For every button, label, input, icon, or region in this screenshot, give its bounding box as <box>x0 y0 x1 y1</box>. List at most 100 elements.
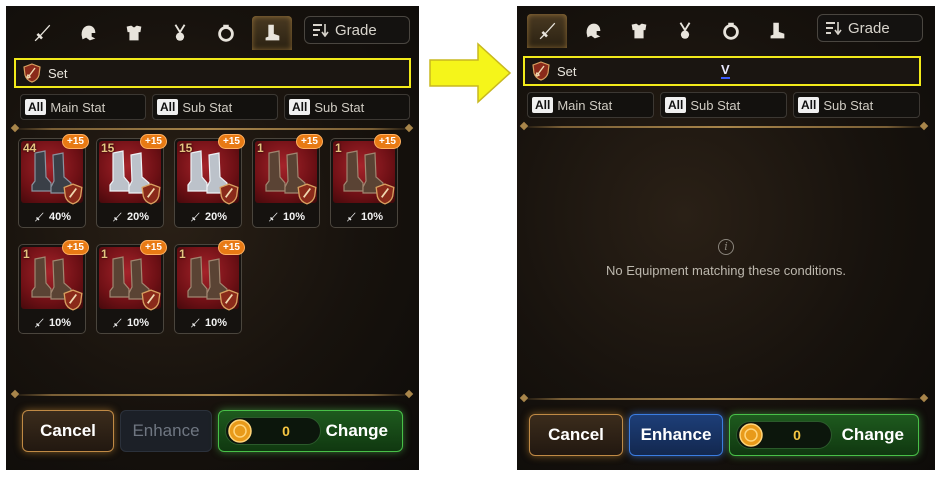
equipment-item[interactable]: 15 +15 20% <box>96 134 167 228</box>
item-main-stat: 40% <box>19 211 85 223</box>
coin-cost-box: 0 <box>225 417 321 445</box>
item-stat-value: 40% <box>48 211 72 223</box>
stat-filter-row: All Main Stat All Sub Stat All Sub Stat <box>20 94 410 120</box>
item-level: 1 <box>23 247 30 261</box>
item-main-stat: 10% <box>253 211 319 223</box>
change-button[interactable]: 0 Change <box>729 414 919 456</box>
set-shield-icon <box>23 63 41 83</box>
main-stat-filter[interactable]: All Main Stat <box>527 92 654 118</box>
enhance-level-badge: +15 <box>62 134 89 149</box>
item-stat-value: 10% <box>360 211 384 223</box>
sub-stat-filter-2[interactable]: All Sub Stat <box>793 92 920 118</box>
all-tag: All <box>665 97 687 113</box>
tab-weapon[interactable] <box>22 16 62 50</box>
item-stat-value: 10% <box>126 317 150 329</box>
top-divider <box>12 128 412 130</box>
item-stat-value: 10% <box>204 317 228 329</box>
enhance-level-badge: +15 <box>374 134 401 149</box>
enhance-level-badge: +15 <box>218 240 245 255</box>
coin-value: 0 <box>282 423 290 439</box>
item-level: 44 <box>23 141 37 155</box>
tab-helmet[interactable] <box>573 14 613 48</box>
change-button[interactable]: 0 Change <box>218 410 403 452</box>
sub-stat-label: Sub Stat <box>314 99 365 115</box>
main-stat-label: Main Stat <box>50 99 106 115</box>
tab-armor[interactable] <box>619 14 659 48</box>
sword-icon <box>346 212 356 222</box>
equipment-item[interactable]: 15 +15 20% <box>174 134 245 228</box>
item-level: 1 <box>257 141 264 155</box>
sub-stat-filter-1[interactable]: All Sub Stat <box>660 92 787 118</box>
enhance-level-badge: +15 <box>296 134 323 149</box>
grade-sort-button[interactable]: Grade <box>304 16 410 44</box>
sub-stat-filter-1[interactable]: All Sub Stat <box>152 94 278 120</box>
sort-icon <box>826 22 842 35</box>
item-main-stat: 10% <box>175 317 241 329</box>
set-shield-icon <box>297 183 317 205</box>
tab-boots[interactable] <box>757 14 797 48</box>
grade-label: Grade <box>335 21 377 39</box>
item-main-stat: 10% <box>19 317 85 329</box>
item-stat-value: 20% <box>126 211 150 223</box>
sort-icon <box>313 24 329 37</box>
sword-icon <box>539 22 556 40</box>
equipment-grid: 44 +15 40% 15 +15 20% 15 +15 20% 1 +15 10% 1 +15 10% 1 +… <box>18 134 401 334</box>
sub-stat-label: Sub Stat <box>690 97 741 113</box>
all-tag: All <box>532 97 554 113</box>
cancel-button[interactable]: Cancel <box>22 410 114 452</box>
tab-necklace[interactable] <box>160 16 200 50</box>
coin-cost-box: 0 <box>736 421 832 449</box>
equipment-item[interactable]: 1 +15 10% <box>252 134 323 228</box>
equipment-item[interactable]: 1 +15 10% <box>18 240 89 334</box>
tab-ring[interactable] <box>711 14 751 48</box>
cancel-button[interactable]: Cancel <box>529 414 623 456</box>
set-shield-icon <box>219 289 239 311</box>
equipment-item[interactable]: 1 +15 10% <box>330 134 401 228</box>
tab-ring[interactable] <box>206 16 246 50</box>
all-tag: All <box>289 99 311 115</box>
set-shield-icon <box>532 61 550 81</box>
coin-value: 0 <box>793 427 801 443</box>
armor-icon <box>126 25 142 41</box>
item-stat-value: 10% <box>48 317 72 329</box>
bottom-divider <box>12 394 412 396</box>
item-main-stat: 10% <box>331 211 397 223</box>
item-level: 15 <box>101 141 115 155</box>
enhance-level-badge: +15 <box>218 134 245 149</box>
slot-tabs <box>22 16 292 50</box>
transition-arrow-icon <box>429 42 512 104</box>
all-tag: All <box>25 99 47 115</box>
enhance-button[interactable]: Enhance <box>629 414 723 456</box>
boots-icon <box>770 22 785 39</box>
main-stat-label: Main Stat <box>557 97 613 113</box>
change-label: Change <box>325 421 388 440</box>
equipment-item[interactable]: 1 +15 10% <box>96 240 167 334</box>
ring-icon <box>723 22 739 40</box>
comparison-canvas: Grade Set All Main Stat All Sub Stat All Su… <box>0 0 945 482</box>
helmet-icon <box>81 25 96 41</box>
equipment-item[interactable]: 44 +15 40% <box>18 134 89 228</box>
tab-boots[interactable] <box>252 16 292 50</box>
tab-helmet[interactable] <box>68 16 108 50</box>
set-shield-icon <box>63 289 83 311</box>
item-level: 15 <box>179 141 193 155</box>
set-label: Set <box>48 65 68 81</box>
set-filter-bar[interactable]: Set V <box>523 56 921 86</box>
armor-icon <box>631 23 647 39</box>
equipment-panel-before: Grade Set All Main Stat All Sub Stat All Su… <box>6 6 419 470</box>
tab-weapon[interactable] <box>527 14 567 48</box>
grade-sort-button[interactable]: Grade <box>817 14 923 42</box>
empty-state: i No Equipment matching these conditions… <box>517 238 935 278</box>
helmet-icon <box>586 23 601 39</box>
sub-stat-filter-2[interactable]: All Sub Stat <box>284 94 410 120</box>
sub-stat-label: Sub Stat <box>182 99 233 115</box>
cursor-marker: V <box>721 62 730 79</box>
equipment-item[interactable]: 1 +15 10% <box>174 240 245 334</box>
set-shield-icon <box>63 183 83 205</box>
ring-icon <box>218 24 234 42</box>
enhance-button-disabled[interactable]: Enhance <box>120 410 212 452</box>
main-stat-filter[interactable]: All Main Stat <box>20 94 146 120</box>
tab-necklace[interactable] <box>665 14 705 48</box>
tab-armor[interactable] <box>114 16 154 50</box>
set-filter-bar[interactable]: Set <box>14 58 411 88</box>
